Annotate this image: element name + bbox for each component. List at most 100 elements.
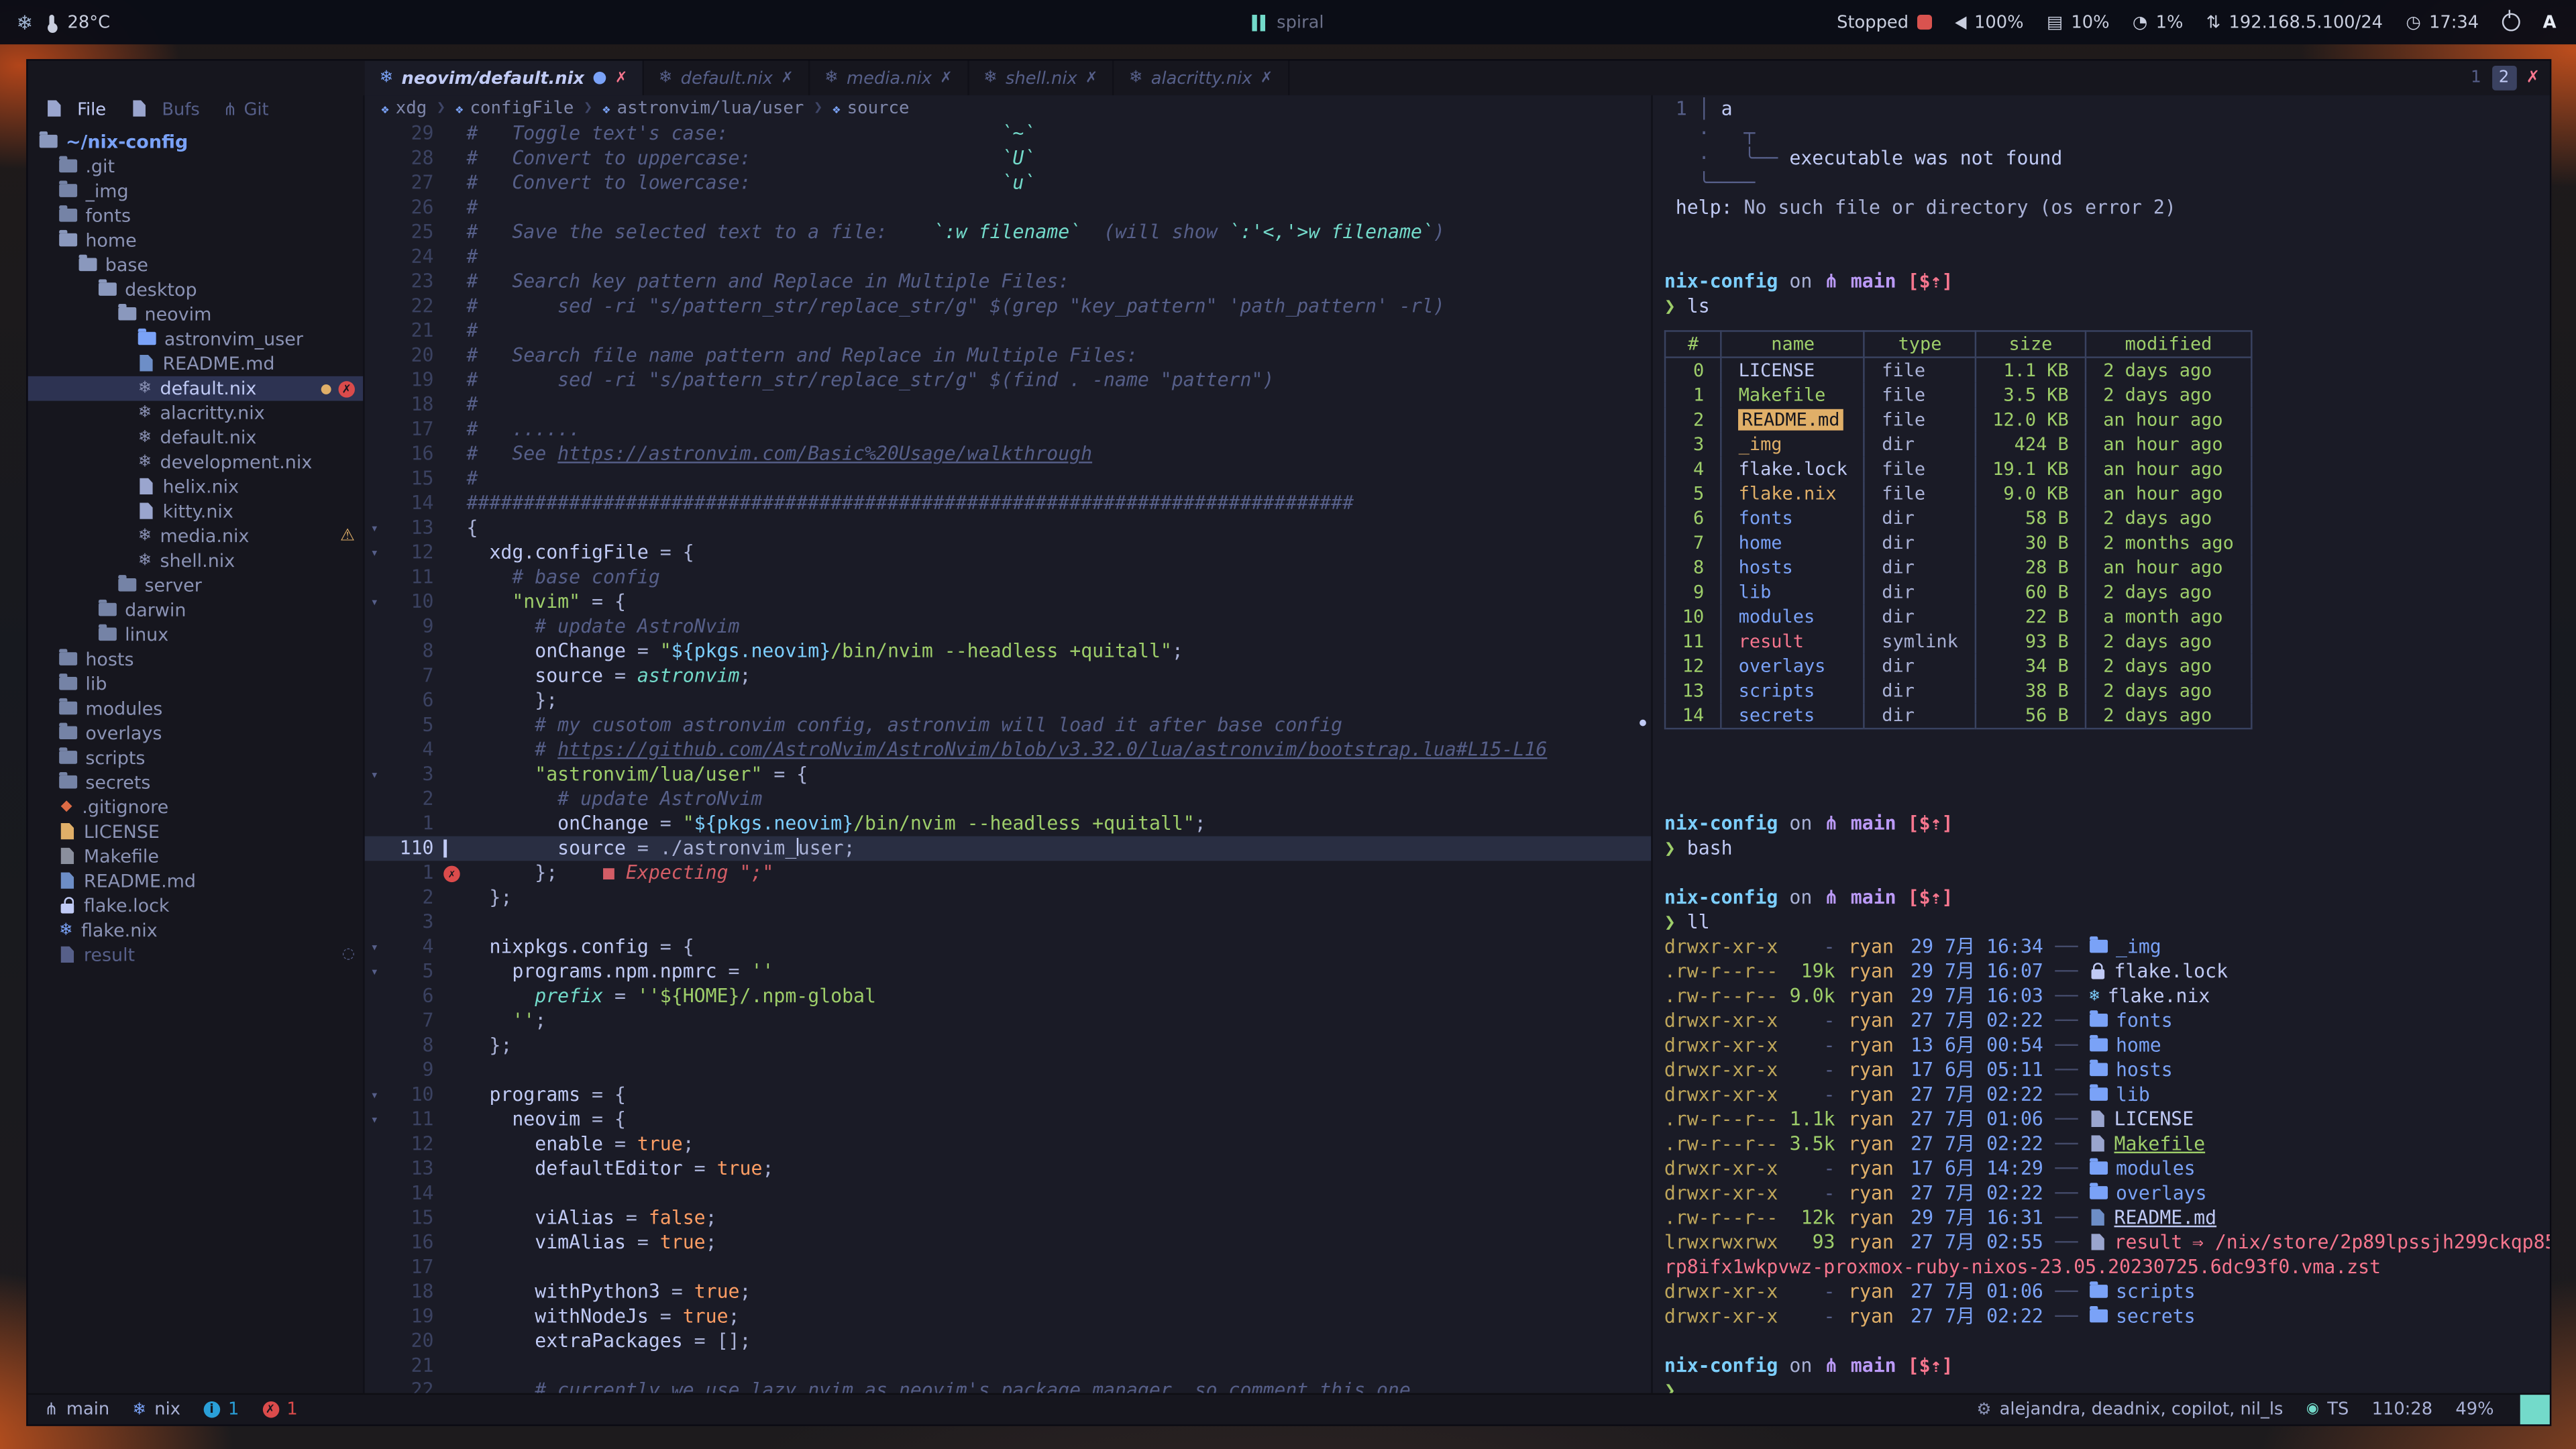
close-window-icon[interactable]: ✗ <box>2526 69 2540 87</box>
power-icon[interactable] <box>2502 13 2520 32</box>
tree-item[interactable]: ❄development.nix <box>28 450 364 475</box>
fold-marker-icon[interactable]: ▾ <box>365 516 384 541</box>
editor-line[interactable]: 16 vimAlias = true; <box>365 1230 1652 1255</box>
close-tab-icon[interactable]: ✗ <box>1085 70 1097 86</box>
tree-item[interactable]: base <box>28 253 364 278</box>
tree-item[interactable]: .git <box>28 154 364 179</box>
editor-line[interactable]: 18# <box>365 392 1652 417</box>
volume-widget[interactable]: 100% <box>1955 12 2024 32</box>
editor-line[interactable]: 20# Search file name pattern and Replace… <box>365 343 1652 368</box>
editor-line[interactable]: ▾13{ <box>365 516 1652 541</box>
tree-item[interactable]: darwin <box>28 598 364 623</box>
editor-line[interactable]: 5 # my cusotom astronvim config, astronv… <box>365 713 1652 738</box>
editor-line[interactable]: 15# <box>365 467 1652 492</box>
tree-item[interactable]: LICENSE <box>28 820 364 845</box>
tree-item[interactable]: ❄flake.nix <box>28 918 364 943</box>
tree-item[interactable]: Makefile <box>28 845 364 869</box>
sidebar-tab-file[interactable]: File <box>44 99 106 119</box>
tree-item[interactable]: ◆.gitignore <box>28 795 364 820</box>
editor-line[interactable]: 29# Toggle text's case: `~` <box>365 121 1652 146</box>
tray-icon-a[interactable]: A <box>2543 12 2557 32</box>
close-tab-icon[interactable]: ✗ <box>940 70 952 86</box>
editor-line[interactable]: 22 # currently we use lazy.nvim as neovi… <box>365 1379 1652 1393</box>
fold-marker-icon[interactable]: ▾ <box>365 590 384 614</box>
editor-line[interactable]: ▾12 xdg.configFile = { <box>365 541 1652 566</box>
editor-line[interactable]: 9 # update AstroNvim <box>365 614 1652 639</box>
editor-line[interactable]: 14 <box>365 1181 1652 1206</box>
editor-line[interactable]: 25# Save the selected text to a file: `:… <box>365 220 1652 245</box>
tree-item[interactable]: ❄alacritty.nix <box>28 401 364 426</box>
editor-line[interactable]: 21 <box>365 1354 1652 1379</box>
editor-line[interactable]: 19 withNodeJs = true; <box>365 1304 1652 1329</box>
editor-line[interactable]: 7 ''; <box>365 1009 1652 1034</box>
editor-pane[interactable]: ❖xdg❯❖configFile❯❖astronvim/lua/user❯❖so… <box>365 95 1652 1393</box>
tree-item[interactable]: linux <box>28 623 364 647</box>
pause-icon[interactable] <box>1252 14 1256 30</box>
editor-line[interactable]: ▾10 programs = { <box>365 1083 1652 1108</box>
tree-item[interactable]: fonts <box>28 204 364 229</box>
editor-line[interactable]: 18 withPython3 = true; <box>365 1280 1652 1305</box>
statusline-info-diagnostics[interactable]: 1 <box>203 1400 239 1419</box>
editor-line[interactable]: 4 # https://github.com/AstroNvim/AstroNv… <box>365 738 1652 763</box>
nix-logo-icon[interactable]: ❄ <box>16 11 33 34</box>
breadcrumb-item[interactable]: ❖source <box>833 99 910 118</box>
tree-item[interactable]: hosts <box>28 647 364 672</box>
tree-item[interactable]: scripts <box>28 746 364 771</box>
tree-item[interactable]: result◌ <box>28 943 364 968</box>
fold-marker-icon[interactable]: ▾ <box>365 959 384 984</box>
tree-item[interactable]: secrets <box>28 771 364 796</box>
breadcrumb-item[interactable]: ❖xdg <box>381 99 427 118</box>
clock-widget[interactable]: ◷ 17:34 <box>2406 12 2479 32</box>
editor-line[interactable]: 12 enable = true; <box>365 1132 1652 1157</box>
tree-item[interactable]: helix.nix <box>28 475 364 500</box>
tree-item[interactable]: overlays <box>28 721 364 746</box>
editor-line[interactable]: 17 <box>365 1255 1652 1280</box>
editor-line[interactable]: 23# Search key pattern and Replace in Mu… <box>365 270 1652 294</box>
editor-line[interactable]: 9 <box>365 1058 1652 1083</box>
close-tab-icon[interactable]: ✗ <box>1260 70 1273 86</box>
tree-item[interactable]: neovim <box>28 303 364 327</box>
sidebar-tab-bufs[interactable]: Bufs <box>129 99 199 119</box>
tree-item[interactable]: kitty.nix <box>28 499 364 524</box>
tree-item[interactable]: modules <box>28 696 364 721</box>
editor-line[interactable]: 21# <box>365 319 1652 343</box>
cpu-widget[interactable]: ◔ 1% <box>2133 12 2184 32</box>
editor-line[interactable]: 22# sed -ri "s/pattern_str/replace_str/g… <box>365 294 1652 319</box>
editor-line[interactable]: 26# <box>365 195 1652 220</box>
fold-marker-icon[interactable]: ▾ <box>365 762 384 787</box>
editor-line[interactable]: 28# Convert to uppercase: `U` <box>365 146 1652 171</box>
tabpage-button[interactable]: 2 <box>2491 66 2516 91</box>
editor-line[interactable]: ▾10 "nvim" = { <box>365 590 1652 614</box>
close-tab-icon[interactable]: ✗ <box>615 70 627 86</box>
fold-marker-icon[interactable]: ▾ <box>365 934 384 959</box>
editor-line[interactable]: 110 source = ./astronvim_user; <box>365 837 1652 861</box>
buffer-tab[interactable]: ❄default.nix✗ <box>644 61 810 95</box>
tree-item[interactable]: flake.lock <box>28 894 364 918</box>
fold-marker-icon[interactable]: ▾ <box>365 541 384 566</box>
tree-item[interactable]: lib <box>28 672 364 697</box>
editor-line[interactable]: 1 }; ■ Expecting ";" <box>365 861 1652 885</box>
network-widget[interactable]: ⇅ 192.168.5.100/24 <box>2206 12 2383 32</box>
buffer-tab[interactable]: ❄neovim/default.nix●✗ <box>365 61 644 95</box>
editor-line[interactable]: 8 }; <box>365 1033 1652 1058</box>
tree-item[interactable]: _img <box>28 179 364 204</box>
editor-line[interactable]: 6 prefix = ''${HOME}/.npm-global <box>365 984 1652 1009</box>
editor-line[interactable]: ▾5 programs.npm.npmrc = '' <box>365 959 1652 984</box>
buffer-tab[interactable]: ❄alacritty.nix✗ <box>1114 61 1289 95</box>
tree-item[interactable]: ❄shell.nix <box>28 549 364 574</box>
media-status-widget[interactable]: Stopped <box>1837 12 1931 32</box>
terminal-pane[interactable]: 1 │ a · ┬ · ╰── executable was not found… <box>1651 95 2550 1393</box>
editor-line[interactable]: 24# <box>365 245 1652 270</box>
editor-line[interactable]: 2 }; <box>365 885 1652 910</box>
editor-line[interactable]: ▾4 nixpkgs.config = { <box>365 934 1652 959</box>
statusline-error-diagnostics[interactable]: 1 <box>262 1400 298 1419</box>
tree-item[interactable]: home <box>28 228 364 253</box>
sidebar-tab-git[interactable]: ⋔Git <box>223 99 269 119</box>
editor-line[interactable]: 7 source = astronvim; <box>365 663 1652 688</box>
tree-item[interactable]: ❄default.nix● <box>28 376 364 401</box>
editor-line[interactable]: 17# ...... <box>365 417 1652 442</box>
editor-line[interactable]: 1 onChange = "${pkgs.neovim}/bin/nvim --… <box>365 812 1652 837</box>
editor-line[interactable]: ▾11 neovim = { <box>365 1108 1652 1132</box>
editor-line[interactable]: 6 }; <box>365 688 1652 713</box>
temperature-widget[interactable]: 28°C <box>50 12 110 32</box>
